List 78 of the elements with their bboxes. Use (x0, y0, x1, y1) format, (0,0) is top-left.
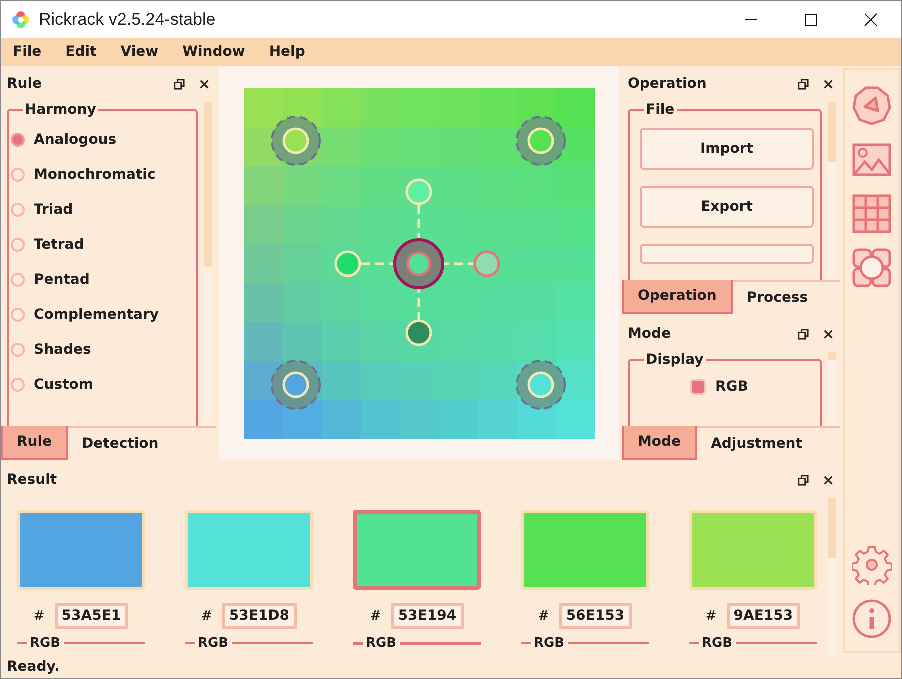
hash-label: # (706, 608, 717, 624)
tab[interactable]: Mode (622, 426, 698, 460)
close-icon[interactable] (823, 328, 834, 340)
hex-field[interactable]: 9AE153 (726, 603, 800, 629)
menu-item[interactable]: Help (269, 44, 306, 60)
radio-label[interactable]: Tetrad (34, 236, 84, 252)
group-title: RGB (533, 636, 566, 650)
menu-item[interactable]: View (120, 44, 159, 60)
radio-button[interactable] (11, 342, 25, 356)
hex-field[interactable]: 56E153 (559, 603, 632, 629)
settings-icon[interactable] (852, 545, 892, 585)
checkbox[interactable] (690, 379, 706, 395)
action-button[interactable] (640, 244, 814, 264)
radio-button[interactable] (11, 272, 25, 286)
radio-button[interactable] (11, 168, 25, 182)
group-title: RGB (197, 636, 230, 650)
group-title: Harmony (24, 102, 98, 118)
scrollbar[interactable] (828, 102, 836, 280)
group-title: File (645, 102, 676, 118)
hash-label: # (34, 608, 45, 624)
float-icon[interactable] (798, 328, 809, 340)
checkbox-label[interactable]: RGB (716, 379, 748, 395)
radio-label[interactable]: Analogous (34, 132, 117, 148)
hex-field[interactable]: 53E1D8 (222, 603, 297, 629)
hex-field[interactable]: 53A5E1 (54, 603, 128, 629)
radio-label[interactable]: Monochromatic (34, 166, 156, 182)
menu-item[interactable]: Window (182, 44, 246, 60)
info-icon[interactable] (852, 599, 892, 639)
close-icon[interactable] (864, 12, 878, 26)
float-icon[interactable] (798, 474, 809, 486)
radio-button[interactable] (11, 378, 25, 392)
radio-button[interactable] (11, 308, 25, 322)
tab[interactable]: Adjustment (697, 428, 816, 460)
scrollbar[interactable] (828, 352, 836, 426)
action-button[interactable]: Import (640, 128, 814, 170)
radio-button[interactable] (11, 238, 25, 252)
color-picker-drawing[interactable] (244, 88, 594, 438)
tab[interactable]: Process (732, 282, 822, 314)
scrollbar[interactable] (828, 498, 836, 655)
panel-title: Result (7, 472, 58, 488)
status-text: Ready. (6, 658, 61, 676)
radio-label[interactable]: Pentad (34, 272, 90, 288)
scrollbar[interactable] (204, 102, 212, 426)
radio-label[interactable]: Complementary (34, 306, 160, 322)
radio-label[interactable]: Shades (34, 342, 92, 358)
close-icon[interactable] (823, 78, 834, 90)
app-logo-icon (11, 10, 31, 30)
hex-field[interactable]: 53E194 (391, 603, 464, 629)
window-title: Rickrack v2.5.24-stable (39, 10, 217, 30)
group-title: RGB (29, 636, 62, 650)
group-title: RGB (701, 636, 734, 650)
tab[interactable]: Operation (622, 280, 733, 314)
tab[interactable]: Detection (68, 428, 173, 460)
close-icon[interactable] (823, 474, 834, 486)
panel-title: Mode (628, 326, 672, 342)
radio-label[interactable]: Custom (34, 376, 94, 392)
tab[interactable]: Rule (1, 426, 68, 460)
radio-label[interactable]: Triad (34, 202, 74, 218)
close-icon[interactable] (199, 78, 210, 90)
panel-title: Rule (7, 76, 44, 92)
hash-label: # (370, 608, 382, 624)
maximize-icon[interactable] (804, 12, 818, 26)
menu-item[interactable]: Edit (66, 44, 97, 60)
group-title: Display (645, 352, 705, 368)
float-icon[interactable] (798, 78, 809, 90)
action-button[interactable]: Export (640, 186, 814, 228)
wheel-icon[interactable] (852, 86, 892, 126)
grid-icon[interactable] (852, 194, 892, 234)
flower-icon[interactable] (852, 248, 892, 288)
radio-button[interactable] (11, 202, 25, 216)
group-title: RGB (365, 636, 398, 650)
float-icon[interactable] (174, 78, 185, 90)
panel-title: Operation (628, 76, 708, 92)
color-swatch[interactable] (353, 510, 481, 590)
menu-item[interactable]: File (13, 44, 42, 60)
hash-label: # (538, 608, 550, 624)
radio-button[interactable] (11, 132, 25, 146)
hash-label: # (201, 608, 212, 624)
